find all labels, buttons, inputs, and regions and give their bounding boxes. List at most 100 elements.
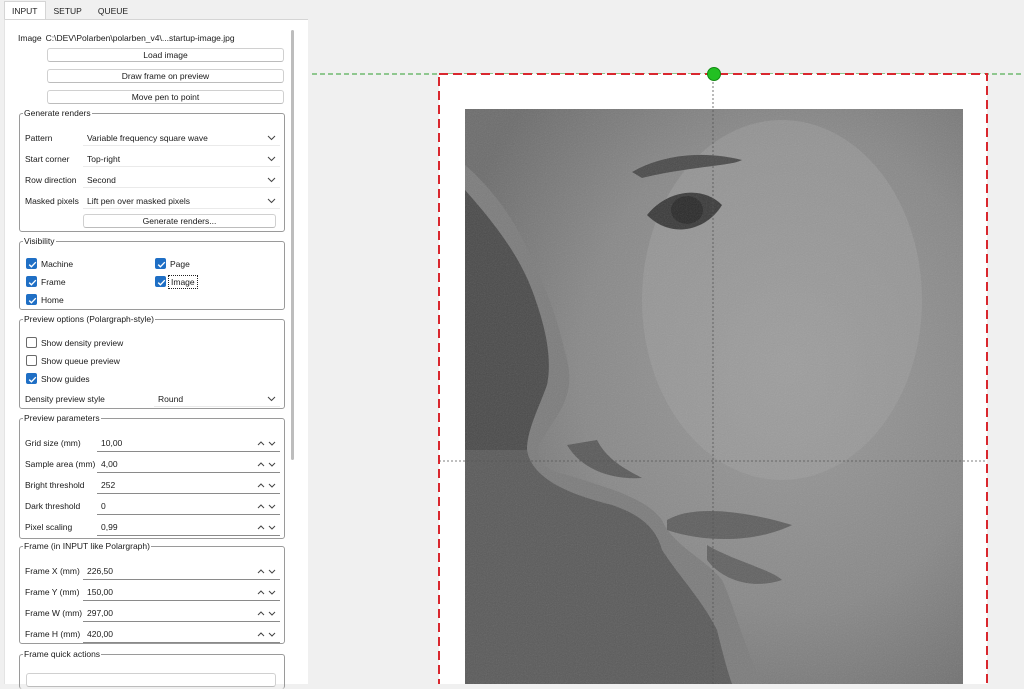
control-panel: INPUT SETUP QUEUE Image C:\DEV\Polarben\p… [0,0,312,689]
grid-size-input[interactable]: 10,00 [97,435,280,452]
masked-pixels-label: Masked pixels [25,196,79,206]
checkmark-icon [26,276,37,287]
grid-size-value: 10,00 [101,438,123,448]
chevron-down-icon [267,396,276,402]
visibility-title: Visibility [24,236,55,246]
spin-up-down-icon[interactable] [256,563,278,580]
move-pen-button[interactable]: Move pen to point [47,90,284,104]
checkbox-empty-icon [26,355,37,366]
frame-h-value: 420,00 [87,629,113,639]
density-style-value: Round [158,394,184,404]
checkmark-icon [26,258,37,269]
row-direction-select[interactable]: Second [83,172,280,188]
show-queue-label: Show queue preview [41,355,120,366]
spin-up-down-icon[interactable] [256,626,278,643]
start-corner-label: Start corner [25,154,70,164]
dark-threshold-input[interactable]: 0 [97,498,280,515]
panel-scrollbar[interactable] [291,30,294,460]
visibility-group: Visibility Machine Page Frame Image Home [19,236,285,310]
grid-size-label: Grid size (mm) [25,438,81,448]
machine-checkbox[interactable]: Machine [26,258,73,269]
spin-up-down-icon[interactable] [256,435,278,452]
frame-y-input[interactable]: 150,00 [83,584,280,601]
image-checkbox[interactable]: Image [155,274,198,289]
home-label: Home [41,294,64,305]
page-label: Page [170,258,190,269]
pattern-value: Variable frequency square wave [87,133,208,143]
tab-queue[interactable]: QUEUE [90,1,136,19]
spin-up-down-icon[interactable] [256,498,278,515]
masked-pixels-value: Lift pen over masked pixels [87,196,190,206]
preview-image [465,109,963,684]
pixel-scaling-value: 0,99 [101,522,118,532]
home-checkbox[interactable]: Home [26,294,64,305]
chevron-down-icon [267,198,276,204]
spin-up-down-icon[interactable] [256,605,278,622]
chevron-down-icon [267,177,276,183]
quick-action-button[interactable] [26,673,276,687]
bright-threshold-input[interactable]: 252 [97,477,280,494]
bright-threshold-label: Bright threshold [25,480,85,490]
checkbox-empty-icon [26,337,37,348]
frame-x-input[interactable]: 226,50 [83,563,280,580]
image-path-row: Image C:\DEV\Polarben\polarben_v4\...star… [18,33,235,43]
masked-pixels-select[interactable]: Lift pen over masked pixels [83,193,280,209]
density-style-select[interactable]: Round [154,391,280,407]
preview-options-group: Preview options (Polargraph-style) Show … [19,314,285,409]
sample-area-label: Sample area (mm) [25,459,96,469]
checkmark-icon [26,373,37,384]
preview-parameters-group: Preview parameters Grid size (mm) 10,00 … [19,413,285,539]
load-image-button[interactable]: Load image [47,48,284,62]
image-path: C:\DEV\Polarben\polarben_v4\...startup-i… [45,33,235,43]
spin-up-down-icon[interactable] [256,456,278,473]
frame-y-value: 150,00 [87,587,113,597]
frame-w-value: 297,00 [87,608,113,618]
draw-frame-button[interactable]: Draw frame on preview [47,69,284,83]
chevron-down-icon [267,156,276,162]
show-density-label: Show density preview [41,337,124,348]
frame-group: Frame (in INPUT like Polargraph) Frame X… [19,541,285,644]
checkmark-icon [26,294,37,305]
density-style-label: Density preview style [25,394,105,404]
machine-label: Machine [41,258,74,269]
show-density-checkbox[interactable]: Show density preview [26,337,123,348]
sample-area-value: 4,00 [101,459,118,469]
spin-up-down-icon[interactable] [256,584,278,601]
preview-drawing [312,67,1024,689]
chevron-down-icon [267,135,276,141]
frame-h-input[interactable]: 420,00 [83,626,280,643]
preview-parameters-title: Preview parameters [24,413,100,423]
show-queue-checkbox[interactable]: Show queue preview [26,355,120,366]
show-guides-checkbox[interactable]: Show guides [26,373,90,384]
tab-input[interactable]: INPUT [4,1,46,19]
pattern-select[interactable]: Variable frequency square wave [83,130,280,146]
pen-position-marker[interactable] [707,67,721,81]
frame-title: Frame (in INPUT like Polargraph) [24,541,150,551]
preview-options-title: Preview options (Polargraph-style) [24,314,154,324]
frame-checkbox[interactable]: Frame [26,276,66,287]
generate-renders-group: Generate renders Pattern Variable freque… [19,108,285,232]
tab-bar: INPUT SETUP QUEUE [4,1,136,19]
start-corner-select[interactable]: Top-right [83,151,280,167]
spin-up-down-icon[interactable] [256,519,278,536]
preview-canvas[interactable] [312,0,1024,689]
frame-x-value: 226,50 [87,566,113,576]
row-direction-label: Row direction [25,175,77,185]
image-label: Image [18,33,42,43]
sample-area-input[interactable]: 4,00 [97,456,280,473]
frame-quick-actions-group: Frame quick actions [19,649,285,689]
dark-threshold-label: Dark threshold [25,501,81,511]
generate-renders-button[interactable]: Generate renders... [83,214,276,228]
row-direction-value: Second [87,175,116,185]
frame-quick-actions-title: Frame quick actions [24,649,101,659]
pixel-scaling-label: Pixel scaling [25,522,73,532]
page-checkbox[interactable]: Page [155,258,190,269]
pattern-label: Pattern [25,133,53,143]
image-label: Image [168,274,198,289]
tab-setup[interactable]: SETUP [46,1,90,19]
frame-w-input[interactable]: 297,00 [83,605,280,622]
bright-threshold-value: 252 [101,480,116,490]
pixel-scaling-input[interactable]: 0,99 [97,519,280,536]
generate-renders-title: Generate renders [24,108,91,118]
spin-up-down-icon[interactable] [256,477,278,494]
